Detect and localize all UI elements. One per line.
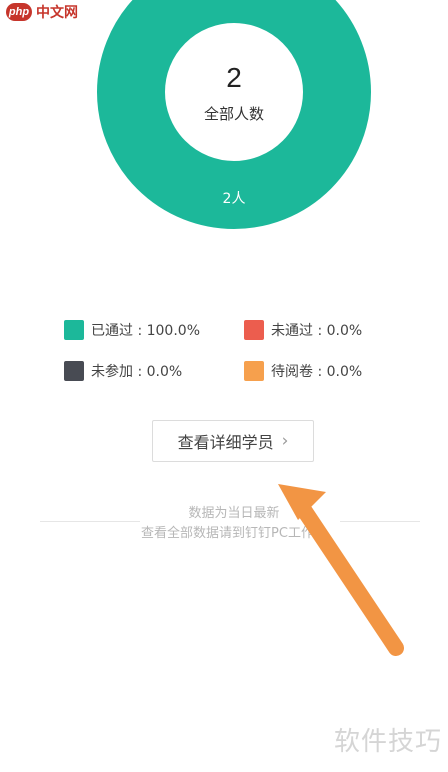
legend-label-pending: 待阅卷 : 0.0% bbox=[271, 364, 363, 380]
legend-swatch-pending bbox=[244, 361, 264, 381]
site-name: 中文网 bbox=[36, 5, 78, 21]
note-latest-data: 数据为当日最新 bbox=[188, 506, 280, 521]
view-detail-students-label: 查看详细学员 bbox=[177, 433, 274, 452]
total-label: 全部人数 bbox=[203, 105, 264, 123]
exam-stats-page: 2 全部人数 2人 php 中文网 已通过 : 100.0% 未通过 : 0.0… bbox=[0, 0, 448, 772]
legend-label-absent: 未参加 : 0.0% bbox=[91, 364, 183, 380]
note-pc-workbench: 查看全部数据请到钉钉PC工作台 bbox=[141, 526, 327, 541]
donut-slice-passed bbox=[97, 0, 371, 229]
legend-swatch-failed bbox=[244, 320, 264, 340]
donut-slice-label: 2人 bbox=[222, 191, 246, 207]
bottom-watermark: 软件技巧 bbox=[333, 727, 442, 757]
view-detail-students-button[interactable]: 查看详细学员 › bbox=[152, 420, 314, 462]
legend-item-pending: 待阅卷 : 0.0% bbox=[244, 361, 362, 381]
legend-item-passed: 已通过 : 100.0% bbox=[64, 320, 200, 340]
legend-item-failed: 未通过 : 0.0% bbox=[244, 320, 362, 340]
legend-swatch-absent bbox=[64, 361, 84, 381]
legend-label-passed: 已通过 : 100.0% bbox=[91, 323, 200, 339]
site-watermark: php 中文网 bbox=[6, 2, 78, 22]
chevron-right-icon: › bbox=[281, 431, 289, 451]
legend-label-failed: 未通过 : 0.0% bbox=[271, 323, 363, 339]
php-logo: php bbox=[6, 3, 32, 21]
total-count: 2 bbox=[226, 62, 242, 93]
legend-item-absent: 未参加 : 0.0% bbox=[64, 361, 182, 381]
legend-swatch-passed bbox=[64, 320, 84, 340]
